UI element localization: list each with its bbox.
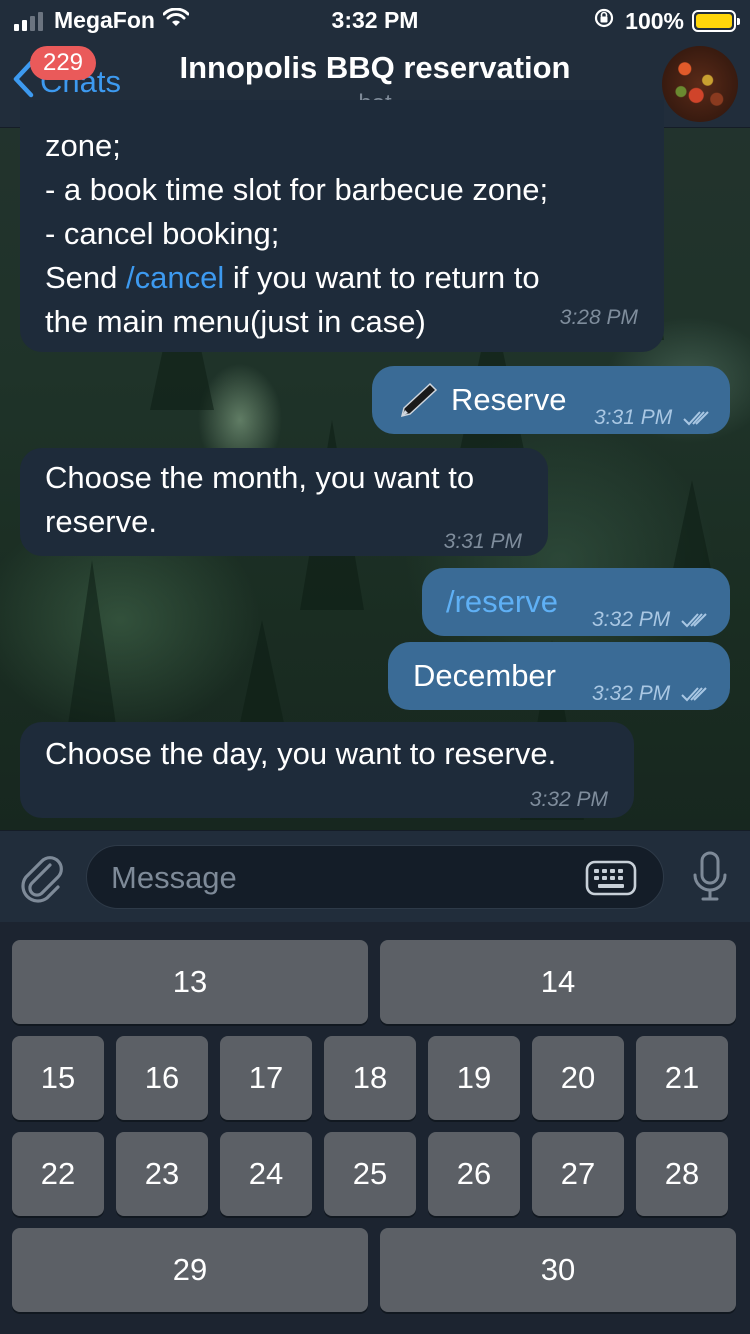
reply-keyboard: 13 14 15 16 17 18 19 20 21 22 23 24 25 2… [0,922,750,1334]
rotation-lock-icon [593,7,615,35]
day-key[interactable]: 30 [380,1228,736,1312]
message-incoming[interactable]: Choose the day, you want to reserve. 3:3… [20,722,634,818]
message-time: 3:31 PM [594,396,712,440]
day-key[interactable]: 23 [116,1132,208,1216]
message-time: 3:32 PM [592,598,710,642]
keyboard-icon[interactable] [585,860,637,901]
message-input[interactable]: Message [86,845,664,909]
day-key[interactable]: 16 [116,1036,208,1120]
double-check-icon [683,411,709,426]
day-key[interactable]: 25 [324,1132,416,1216]
status-bar: MegaFon 3:32 PM 100% [0,0,750,40]
day-key[interactable]: 14 [380,940,736,1024]
message-outgoing[interactable]: Reserve 3:31 PM [372,366,730,434]
double-check-icon [681,613,707,628]
pen-emoji-icon [396,380,440,432]
cancel-command-link[interactable]: /cancel [126,260,224,295]
day-key[interactable]: 28 [636,1132,728,1216]
day-key[interactable]: 13 [12,940,368,1024]
day-key[interactable]: 29 [12,1228,368,1312]
battery-percent: 100% [625,7,684,34]
day-key[interactable]: 24 [220,1132,312,1216]
message-line: zone; [45,128,121,163]
chat-title[interactable]: Innopolis BBQ reservation [0,50,750,86]
day-key[interactable]: 26 [428,1132,520,1216]
day-key[interactable]: 21 [636,1036,728,1120]
message-input-bar: Message [0,830,750,922]
day-key[interactable]: 22 [12,1132,104,1216]
message-time: 3:32 PM [529,788,608,811]
reserve-command-link[interactable]: /reserve [446,580,558,624]
message-line: Choose the month, you want to [45,460,475,495]
paperclip-icon[interactable] [20,853,66,908]
day-key[interactable]: 20 [532,1036,624,1120]
day-key[interactable]: 17 [220,1036,312,1120]
message-text: December [413,658,556,693]
message-text: Send [45,260,127,295]
day-key[interactable]: 15 [12,1036,104,1120]
message-text: Reserve [451,382,567,417]
message-placeholder: Message [111,860,237,895]
message-outgoing[interactable]: /reserve 3:32 PM [422,568,730,636]
message-text: Choose the day, you want to reserve. [45,736,557,771]
double-check-icon [681,687,707,702]
day-key[interactable]: 18 [324,1036,416,1120]
message-text: if you want to return to [224,260,540,295]
message-time: 3:32 PM [592,672,710,716]
bot-avatar[interactable] [662,46,738,122]
day-key[interactable]: 27 [532,1132,624,1216]
message-line: - cancel booking; [45,216,280,251]
message-line: the main menu(just in case) [45,304,426,339]
microphone-icon[interactable] [692,851,728,908]
day-key[interactable]: 19 [428,1036,520,1120]
message-incoming[interactable]: Choose the month, you want to reserve. 3… [20,448,548,556]
message-line: Send /cancel if you want to return to [45,256,540,300]
message-line: reserve. [45,504,157,539]
message-line: - a book time slot for barbecue zone; [45,172,549,207]
battery-icon [692,10,740,32]
message-incoming[interactable]: zone; - a book time slot for barbecue zo… [20,100,664,352]
message-outgoing[interactable]: December 3:32 PM [388,642,730,710]
message-time: 3:28 PM [559,306,638,329]
message-time: 3:31 PM [443,530,522,553]
status-right: 100% [593,7,740,35]
